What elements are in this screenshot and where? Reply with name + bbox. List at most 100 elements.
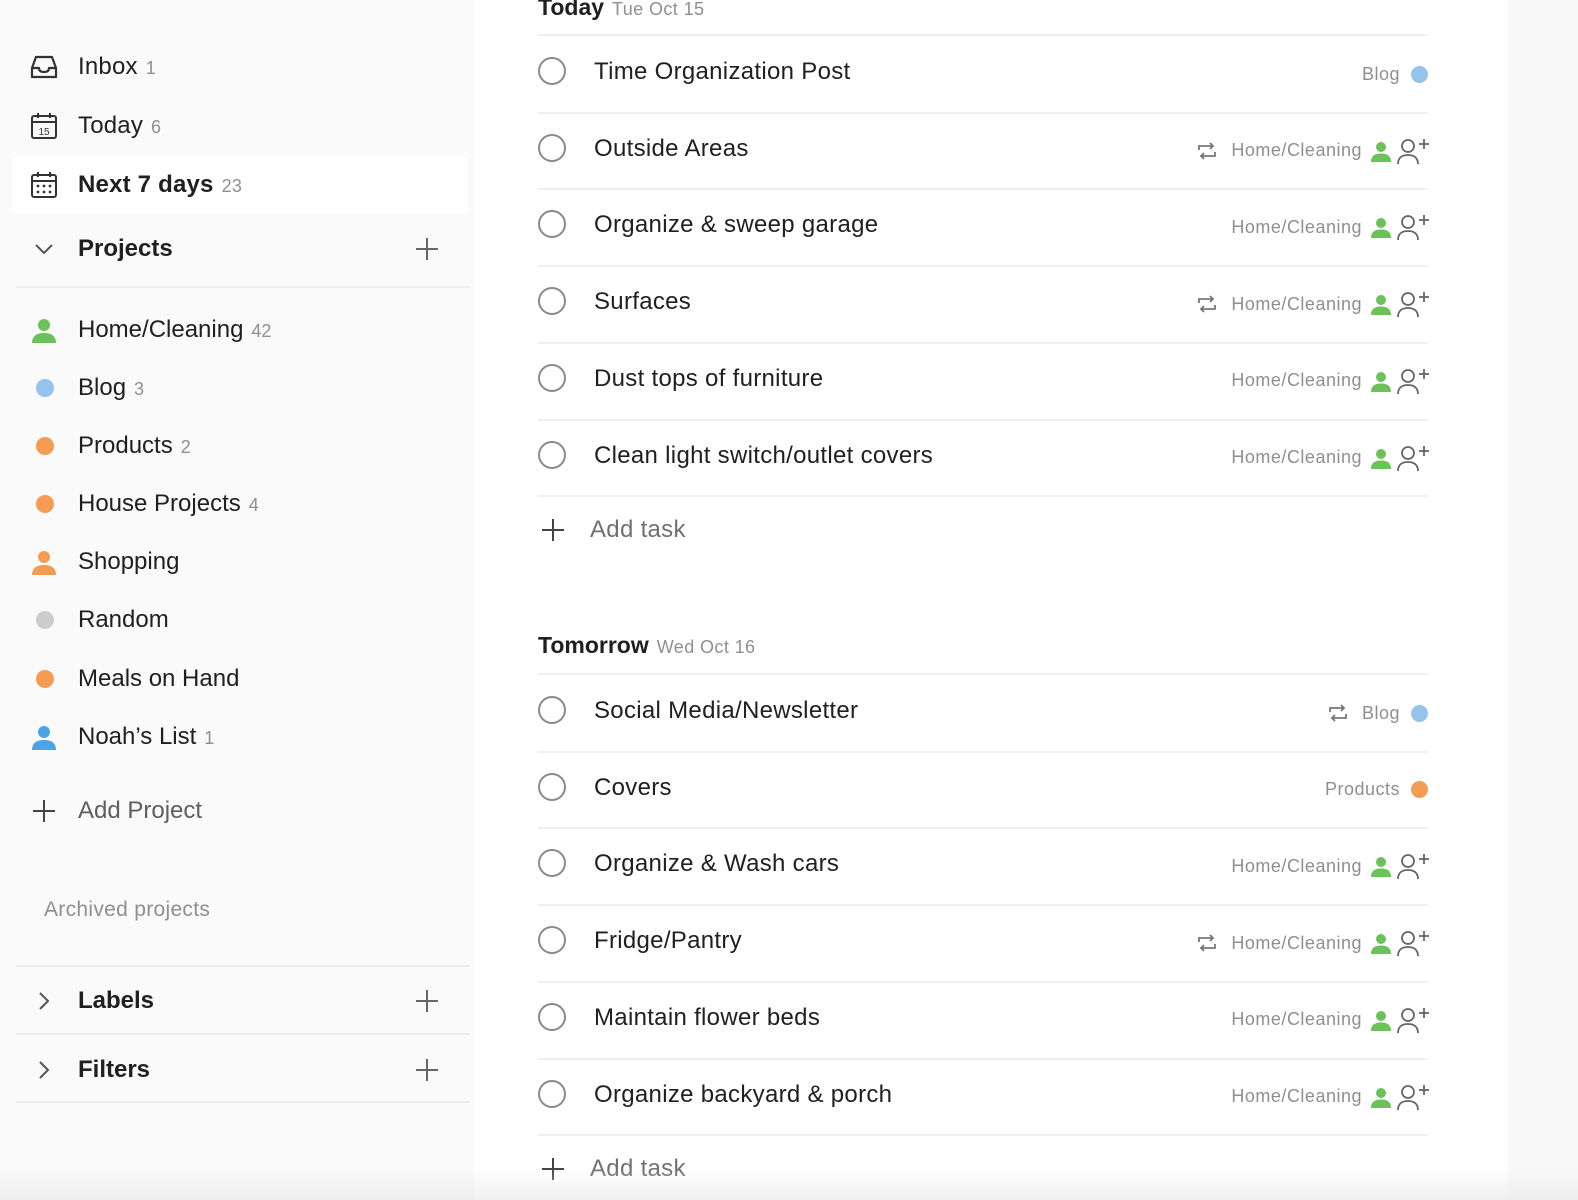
task-row[interactable]: Covers Products (536, 752, 1430, 828)
assign-person-icon[interactable] (1396, 1083, 1430, 1111)
chevron-right-icon[interactable] (32, 989, 56, 1013)
task-project-label[interactable]: Home/Cleaning (1231, 1009, 1362, 1030)
task-checkbox[interactable] (538, 696, 566, 724)
project-label: Products 2 (78, 432, 191, 459)
repeat-icon (1329, 704, 1347, 722)
task-checkbox[interactable] (538, 210, 566, 239)
project-blog[interactable]: Blog 3 (12, 361, 468, 415)
nav-today-label: Today 6 (78, 112, 162, 139)
task-meta: Home/Cleaning (1195, 927, 1430, 959)
section-title: Tomorrow (538, 632, 649, 658)
assign-person-icon[interactable] (1396, 213, 1430, 241)
nav-today[interactable]: 15 Today 6 (12, 97, 468, 155)
add-task-button[interactable]: Add task (536, 1142, 936, 1196)
add-project-plus-icon[interactable] (412, 234, 442, 264)
task-text[interactable]: Organize & Wash cars (594, 850, 839, 878)
task-row[interactable]: Organize & sweep garage Home/Cleaning (536, 189, 1430, 265)
task-checkbox[interactable] (538, 133, 566, 162)
project-random[interactable]: Random (12, 593, 468, 647)
task-project-label[interactable]: Home/Cleaning (1231, 140, 1362, 161)
task-row[interactable]: Organize backyard & porch Home/Cleaning (536, 1059, 1430, 1135)
task-checkbox[interactable] (538, 287, 566, 316)
add-filter-plus-icon[interactable] (412, 1055, 442, 1085)
add-label-plus-icon[interactable] (412, 986, 442, 1016)
task-text[interactable]: Social Media/Newsletter (594, 697, 858, 725)
project-meals-on-hand[interactable]: Meals on Hand (12, 652, 468, 706)
project-label: Meals on Hand (78, 665, 240, 692)
task-text[interactable]: Organize backyard & porch (594, 1080, 892, 1108)
add-project-button[interactable]: Add Project (12, 784, 468, 838)
task-checkbox[interactable] (538, 772, 566, 801)
task-checkbox[interactable] (538, 926, 566, 955)
task-checkbox[interactable] (538, 363, 566, 392)
task-project-label[interactable]: Home/Cleaning (1231, 294, 1362, 315)
task-row[interactable]: Maintain flower beds Home/Cleaning (536, 982, 1430, 1058)
task-row[interactable]: Social Media/Newsletter Blog (536, 675, 1430, 751)
task-meta: Home/Cleaning (1231, 211, 1430, 243)
task-row[interactable]: Organize & Wash cars Home/Cleaning (536, 828, 1430, 904)
person-icon (1371, 141, 1391, 162)
task-row[interactable]: Fridge/Pantry Home/Cleaning (536, 905, 1430, 981)
person-icon (1371, 371, 1391, 392)
filters-header[interactable]: Filters (12, 1039, 468, 1101)
assign-person-icon[interactable] (1396, 290, 1430, 318)
section-title: Today (538, 0, 605, 20)
project-shopping[interactable]: Shopping (12, 535, 468, 589)
assign-person-icon[interactable] (1396, 444, 1430, 472)
task-meta: Home/Cleaning (1231, 365, 1430, 397)
project-products[interactable]: Products 2 (12, 419, 468, 473)
task-text[interactable]: Organize & sweep garage (594, 211, 878, 239)
task-text[interactable]: Time Organization Post (594, 58, 850, 86)
labels-header[interactable]: Labels (12, 970, 468, 1032)
person-icon (1371, 857, 1391, 878)
projects-header[interactable]: Projects (12, 218, 468, 280)
task-text[interactable]: Outside Areas (594, 134, 749, 162)
chevron-down-icon[interactable] (32, 237, 56, 261)
project-house-projects[interactable]: House Projects 4 (12, 477, 468, 531)
task-text[interactable]: Surfaces (594, 288, 691, 316)
task-meta: Home/Cleaning (1231, 850, 1430, 882)
task-project-label[interactable]: Home/Cleaning (1231, 933, 1362, 954)
task-project-label[interactable]: Home/Cleaning (1231, 370, 1362, 391)
task-checkbox[interactable] (538, 1002, 566, 1031)
task-text[interactable]: Fridge/Pantry (594, 927, 742, 955)
task-checkbox[interactable] (538, 57, 566, 85)
project-label: Blog 3 (78, 374, 145, 401)
chevron-right-icon[interactable] (32, 1058, 56, 1082)
task-text[interactable]: Clean light switch/outlet covers (594, 441, 933, 469)
task-project-label[interactable]: Home/Cleaning (1231, 1086, 1362, 1107)
assign-person-icon[interactable] (1396, 367, 1430, 395)
task-row[interactable]: Clean light switch/outlet covers Home/Cle… (536, 420, 1430, 496)
task-meta: Blog (1326, 697, 1430, 729)
task-project-label[interactable]: Products (1325, 779, 1400, 800)
assign-person-icon[interactable] (1396, 852, 1430, 880)
task-project-label[interactable]: Blog (1362, 703, 1400, 724)
task-project-label[interactable]: Home/Cleaning (1231, 217, 1362, 238)
assign-person-icon[interactable] (1396, 929, 1430, 957)
archived-projects-link[interactable]: Archived projects (44, 898, 210, 922)
task-checkbox[interactable] (538, 849, 566, 878)
assign-person-icon[interactable] (1396, 137, 1430, 165)
task-project-label[interactable]: Home/Cleaning (1231, 856, 1362, 877)
add-task-label: Add task (590, 1155, 686, 1182)
task-project-label[interactable]: Home/Cleaning (1231, 447, 1362, 468)
task-row[interactable]: Surfaces Home/Cleaning (536, 266, 1430, 342)
nav-inbox[interactable]: Inbox 1 (12, 38, 468, 96)
task-meta: Home/Cleaning (1231, 1081, 1430, 1113)
project-noahs-list[interactable]: Noah’s List 1 (12, 710, 468, 764)
task-row[interactable]: Time Organization Post Blog (536, 36, 1430, 112)
task-text[interactable]: Maintain flower beds (594, 1004, 820, 1032)
nav-next-7-days[interactable]: Next 7 days 23 (12, 156, 468, 214)
project-label: Random (78, 606, 169, 633)
assign-person-icon[interactable] (1396, 1006, 1430, 1034)
task-row[interactable]: Dust tops of furniture Home/Cleaning (536, 343, 1430, 419)
project-label: Home/Cleaning 42 (78, 316, 272, 343)
task-project-label[interactable]: Blog (1362, 64, 1400, 85)
task-row[interactable]: Outside Areas Home/Cleaning (536, 113, 1430, 189)
task-checkbox[interactable] (538, 440, 566, 469)
project-home-cleaning[interactable]: Home/Cleaning 42 (12, 303, 468, 357)
task-text[interactable]: Covers (594, 773, 672, 801)
add-task-button[interactable]: Add task (536, 503, 936, 557)
task-checkbox[interactable] (538, 1079, 566, 1108)
task-text[interactable]: Dust tops of furniture (594, 365, 823, 393)
